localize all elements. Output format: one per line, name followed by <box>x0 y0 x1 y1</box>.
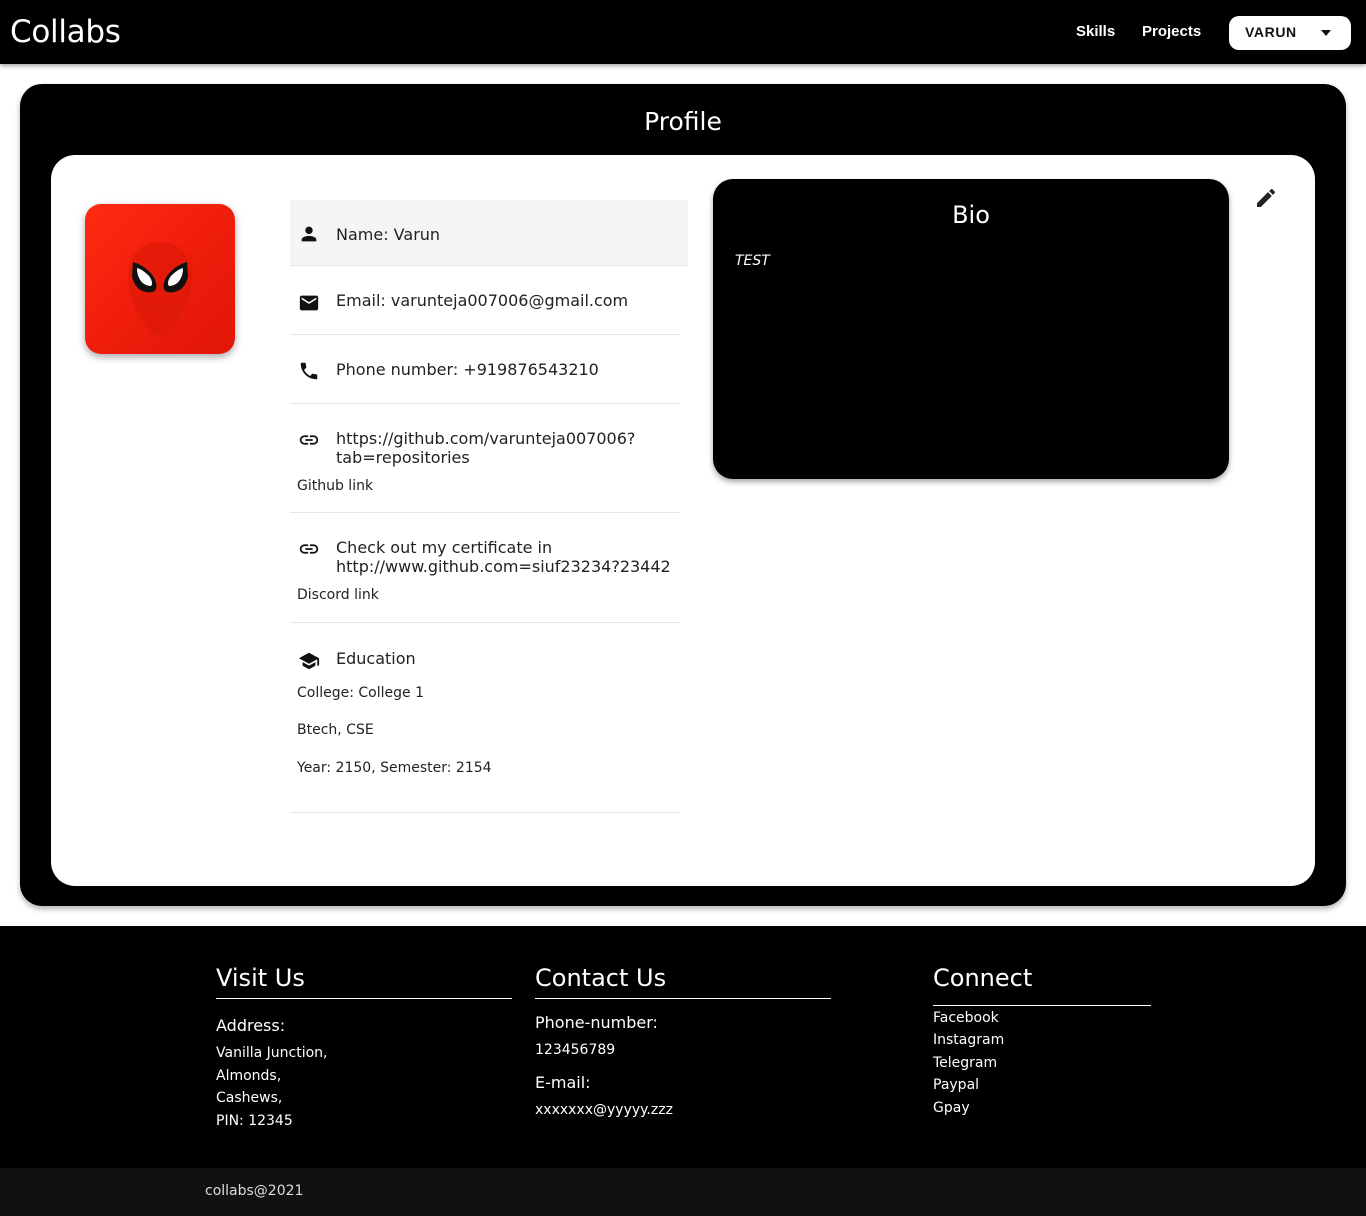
name-text: Name: Varun <box>336 225 441 244</box>
list-item-education: Education College: College 1 Btech, CSE … <box>290 623 680 813</box>
footer-connect-heading: Connect <box>933 964 1033 992</box>
bio-title: Bio <box>952 201 990 229</box>
discord-link-line1[interactable]: Check out my certificate in <box>336 538 552 557</box>
mail-icon <box>299 295 319 311</box>
footer-address-label: Address: <box>216 1016 286 1035</box>
footer-address-line: PIN: 12345 <box>216 1113 293 1129</box>
footer-email-value: xxxxxxx@yyyyy.zzz <box>535 1102 673 1118</box>
bio-text: TEST <box>735 253 770 269</box>
footer-address-line: Almonds, <box>216 1068 282 1084</box>
list-item-github: https://github.com/varunteja007006? tab=… <box>290 404 680 513</box>
bio-card: Bio TEST <box>713 179 1229 479</box>
github-link-line2[interactable]: tab=repositories <box>336 448 470 467</box>
list-item-name: Name: Varun <box>290 200 688 266</box>
copyright-text: collabs@2021 <box>205 1183 304 1199</box>
footer-link-paypal[interactable]: Paypal <box>933 1076 979 1094</box>
phone-icon <box>300 362 318 380</box>
github-link-caption: Github link <box>297 478 374 494</box>
education-college: College: College 1 <box>297 685 424 701</box>
user-menu-button[interactable]: VARUN <box>1229 16 1351 50</box>
page-title: Profile <box>644 107 722 136</box>
footer: Visit Us Address: Vanilla Junction, Almo… <box>0 926 1366 1168</box>
footer-email-label: E-mail: <box>535 1073 591 1092</box>
footer-visit-divider <box>216 998 512 999</box>
footer-address-line: Vanilla Junction, <box>216 1045 328 1061</box>
user-menu-label: VARUN <box>1245 24 1297 40</box>
list-item-email: Email: varunteja007006@gmail.com <box>290 266 680 335</box>
education-year: Year: 2150, Semester: 2154 <box>297 760 492 776</box>
email-text: Email: varunteja007006@gmail.com <box>336 291 629 310</box>
avatar <box>85 204 235 354</box>
person-icon <box>301 226 317 242</box>
github-link-line1[interactable]: https://github.com/varunteja007006? <box>336 429 635 448</box>
list-item-discord: Check out my certificate in http://www.g… <box>290 513 680 623</box>
education-degree: Btech, CSE <box>297 722 374 738</box>
footer-link-instagram[interactable]: Instagram <box>933 1031 1004 1049</box>
profile-panel: Profile Name: Varun Email: varunteja0070… <box>20 84 1346 906</box>
brand-logo[interactable]: Collabs <box>10 14 121 50</box>
list-item-phone: Phone number: +919876543210 <box>290 335 680 404</box>
profile-details-list: Name: Varun Email: varunteja007006@gmail… <box>290 200 688 813</box>
spiderman-mask-icon <box>128 242 192 336</box>
footer-contact-heading: Contact Us <box>535 964 667 992</box>
footer-link-telegram[interactable]: Telegram <box>933 1054 997 1072</box>
link-icon <box>299 544 319 554</box>
profile-card: Name: Varun Email: varunteja007006@gmail… <box>51 155 1315 886</box>
top-app-bar: Collabs Skills Projects VARUN <box>0 0 1366 64</box>
nav-skills-link[interactable]: Skills <box>1076 22 1115 42</box>
footer-visit-heading: Visit Us <box>216 964 305 992</box>
copyright-bar: collabs@2021 <box>0 1168 1366 1216</box>
phone-text: Phone number: +919876543210 <box>336 360 599 379</box>
nav-projects-link[interactable]: Projects <box>1142 22 1201 42</box>
arrow-drop-down-icon <box>1321 30 1331 36</box>
school-icon <box>298 652 320 670</box>
education-heading: Education <box>336 649 416 668</box>
edit-pencil-icon[interactable] <box>1254 186 1278 210</box>
footer-connect-divider <box>933 1005 1151 1006</box>
link-icon <box>299 435 319 445</box>
footer-link-gpay[interactable]: Gpay <box>933 1099 970 1117</box>
footer-address-line: Cashews, <box>216 1090 283 1106</box>
footer-contact-divider <box>535 998 831 999</box>
discord-link-line2[interactable]: http://www.github.com=siuf23234?23442 <box>336 557 671 576</box>
footer-phone-label: Phone-number: <box>535 1013 658 1032</box>
discord-link-caption: Discord link <box>297 587 379 603</box>
footer-phone-value: 123456789 <box>535 1042 616 1058</box>
footer-link-facebook[interactable]: Facebook <box>933 1009 999 1027</box>
